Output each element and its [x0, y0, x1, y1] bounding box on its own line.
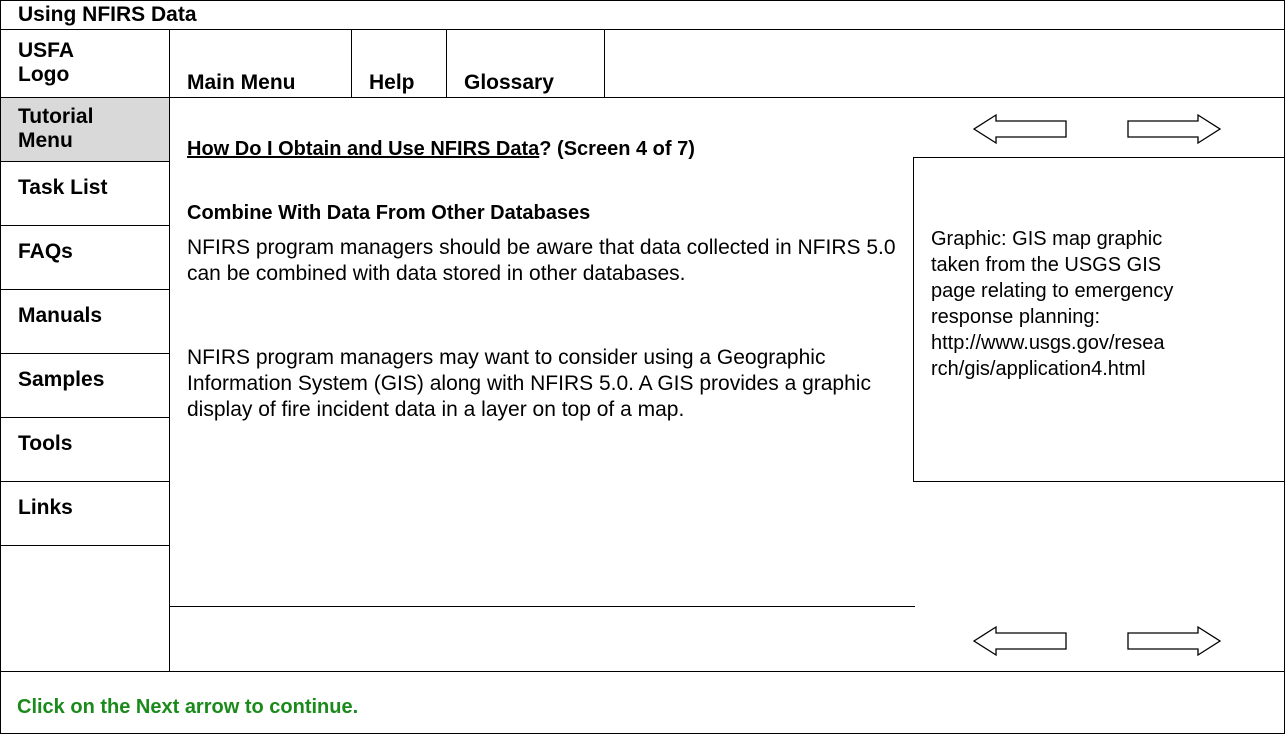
sidebar-item-links[interactable]: Links: [1, 482, 169, 546]
content-divider: [170, 606, 915, 607]
glossary-button[interactable]: Glossary: [447, 30, 605, 97]
next-arrow-bottom[interactable]: [1126, 624, 1222, 658]
section-heading: Combine With Data From Other Databases: [187, 202, 591, 224]
help-button[interactable]: Help: [352, 30, 447, 97]
screen-title: How Do I Obtain and Use NFIRS Data? (Scr…: [187, 138, 695, 161]
sidebar-item-tutorial-menu[interactable]: Tutorial Menu: [1, 98, 169, 162]
sidebar: Tutorial Menu Task List FAQs Manuals Sam…: [1, 98, 170, 672]
screen-title-link[interactable]: How Do I Obtain and Use NFIRS Data: [187, 138, 539, 160]
sidebar-item-manuals[interactable]: Manuals: [1, 290, 169, 354]
sidebar-item-tools[interactable]: Tools: [1, 418, 169, 482]
screen-title-suffix: ? (Screen 4 of 7): [539, 138, 695, 160]
app-title: Using NFIRS Data: [1, 1, 1284, 30]
graphic-placeholder: Graphic: GIS map graphic taken from the …: [913, 157, 1285, 482]
sidebar-item-task-list[interactable]: Task List: [1, 162, 169, 226]
usfa-logo: USFA Logo: [1, 30, 170, 97]
back-arrow-top[interactable]: [972, 112, 1068, 146]
paragraph-1: NFIRS program managers should be aware t…: [187, 236, 896, 285]
paragraph-2: NFIRS program managers may want to consi…: [187, 346, 871, 421]
sidebar-item-samples[interactable]: Samples: [1, 354, 169, 418]
left-arrow-icon: [972, 113, 1067, 145]
right-arrow-icon: [1127, 625, 1222, 657]
right-arrow-icon: [1127, 113, 1222, 145]
sidebar-item-faqs[interactable]: FAQs: [1, 226, 169, 290]
main-menu-button[interactable]: Main Menu: [170, 30, 352, 97]
back-arrow-bottom[interactable]: [972, 624, 1068, 658]
left-arrow-icon: [972, 625, 1067, 657]
next-arrow-top[interactable]: [1126, 112, 1222, 146]
footer-divider: [1, 671, 1284, 672]
header-divider: [1, 97, 1284, 98]
status-message: Click on the Next arrow to continue.: [17, 696, 359, 718]
